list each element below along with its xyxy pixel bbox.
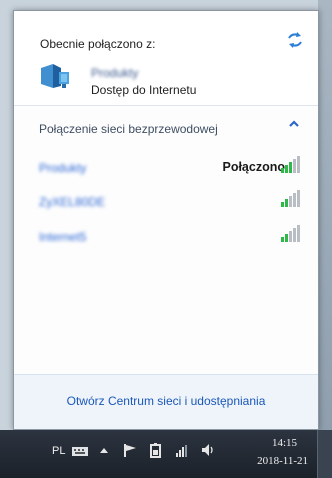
signal-icon	[281, 225, 300, 242]
flyout-footer: Otwórz Centrum sieci i udostępniania	[14, 374, 318, 429]
flag-icon[interactable]	[122, 442, 138, 458]
battery-icon[interactable]	[148, 442, 164, 458]
network-flyout: Obecnie połączono z: Produkty Dostęp do …	[13, 10, 319, 430]
arrow-up-icon[interactable]	[99, 445, 109, 455]
taskbar: PL 14:15 2018-11-21	[0, 430, 332, 478]
show-desktop-button[interactable]	[317, 430, 332, 478]
speaker-icon[interactable]	[200, 442, 216, 458]
internet-access-status: Dostęp do Internetu	[91, 83, 197, 97]
network-ssid: ZyXEL80DE	[39, 195, 106, 209]
current-connection-section: Obecnie połączono z: Produkty Dostęp do …	[14, 11, 318, 106]
keyboard-icon[interactable]	[71, 442, 89, 458]
connection-status: Połączono	[222, 160, 285, 174]
refresh-icon[interactable]	[286, 31, 304, 49]
language-indicator[interactable]: PL	[52, 445, 65, 457]
network-list-item[interactable]: Produkty Połączono	[14, 152, 318, 182]
network-list-item[interactable]: ZyXEL80DE	[14, 186, 318, 216]
clock-date[interactable]: 2018-11-21	[257, 455, 308, 467]
open-network-center-link[interactable]: Otwórz Centrum sieci i udostępniania	[14, 394, 318, 408]
network-list-item[interactable]: Internet5	[14, 221, 318, 251]
network-ssid: Internet5	[39, 230, 87, 244]
wireless-section-header[interactable]: Połączenie sieci bezprzewodowej	[39, 122, 218, 136]
connected-title: Obecnie połączono z:	[40, 37, 156, 51]
signal-icon	[281, 156, 300, 173]
signal-icon	[281, 190, 300, 207]
clock-time[interactable]: 14:15	[272, 437, 297, 449]
current-network-name: Produkty	[91, 66, 139, 80]
desktop-edge	[318, 0, 332, 430]
network-tray-icon[interactable]	[175, 442, 191, 458]
network-icon	[41, 64, 69, 88]
network-ssid: Produkty	[39, 161, 87, 175]
chevron-up-icon[interactable]	[288, 118, 300, 130]
